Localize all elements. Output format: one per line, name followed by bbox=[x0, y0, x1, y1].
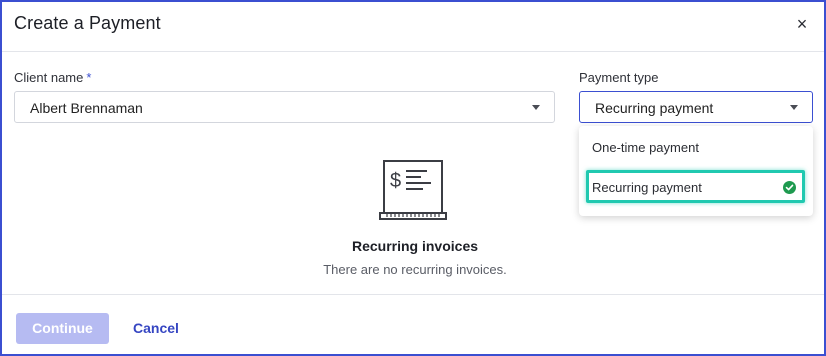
empty-state-message: There are no recurring invoices. bbox=[323, 262, 507, 277]
svg-text:$: $ bbox=[390, 170, 401, 192]
required-marker: * bbox=[86, 70, 92, 85]
dialog-title: Create a Payment bbox=[14, 13, 161, 33]
chevron-down-icon bbox=[532, 105, 540, 110]
invoice-icon: $ bbox=[379, 160, 447, 220]
create-payment-dialog: Create a Payment × Client name * Albert B… bbox=[0, 0, 826, 356]
payment-type-dropdown: One-time payment Recurring payment bbox=[579, 126, 813, 216]
cancel-button[interactable]: Cancel bbox=[133, 320, 179, 336]
dialog-header: Create a Payment × bbox=[2, 2, 824, 52]
client-name-value: Albert Brennaman bbox=[30, 100, 143, 116]
chevron-down-icon bbox=[790, 105, 798, 110]
payment-type-select[interactable]: Recurring payment bbox=[579, 91, 813, 123]
client-name-select[interactable]: Albert Brennaman bbox=[14, 91, 555, 123]
close-icon[interactable]: × bbox=[794, 15, 810, 33]
client-name-label: Client name * bbox=[14, 70, 91, 85]
payment-type-value: Recurring payment bbox=[595, 100, 714, 116]
footer-divider bbox=[2, 294, 824, 295]
payment-type-label: Payment type bbox=[579, 70, 659, 85]
empty-state-title: Recurring invoices bbox=[351, 238, 479, 254]
option-recurring-payment[interactable]: Recurring payment bbox=[586, 170, 805, 203]
client-name-label-text: Client name bbox=[14, 70, 84, 85]
option-label: Recurring payment bbox=[592, 180, 702, 195]
option-one-time-payment[interactable]: One-time payment bbox=[579, 131, 813, 165]
continue-button[interactable]: Continue bbox=[16, 313, 109, 344]
check-circle-icon bbox=[783, 181, 796, 194]
option-label: One-time payment bbox=[592, 140, 699, 155]
